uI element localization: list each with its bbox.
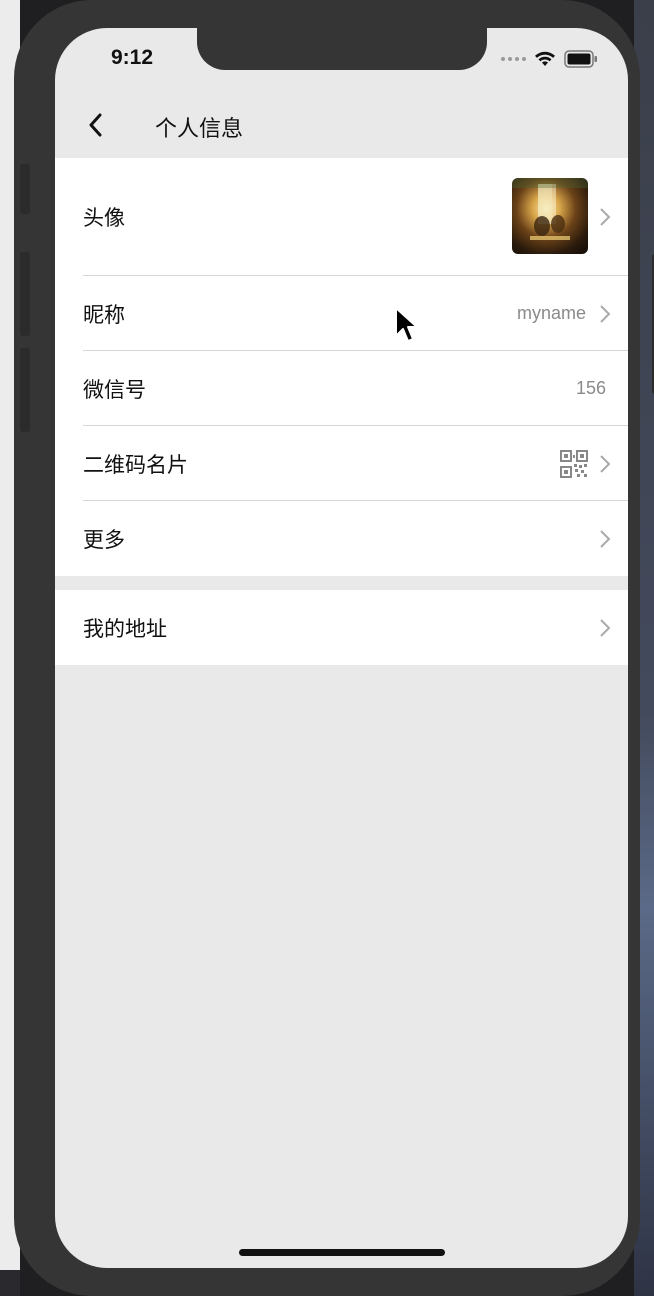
battery-icon xyxy=(564,50,597,68)
qr-code-icon xyxy=(560,449,588,478)
avatar-row[interactable]: 头像 xyxy=(55,158,628,276)
qr-card-row[interactable]: 二维码名片 xyxy=(55,426,628,501)
wechat-id-value: 156 xyxy=(575,378,606,398)
qr-card-label: 二维码名片 xyxy=(83,452,188,477)
volume-up-button xyxy=(20,252,30,336)
avatar-thumbnail xyxy=(512,178,588,254)
nickname-label: 昵称 xyxy=(83,302,125,327)
back-button[interactable] xyxy=(81,110,111,140)
chevron-right-icon xyxy=(600,208,611,226)
nickname-value: myname xyxy=(516,303,586,323)
status-time: 9:12 xyxy=(111,46,154,69)
profile-settings-group: 头像 昵称 myname 微信号 156 二维码名片 更多 xyxy=(55,158,628,576)
chevron-right-icon xyxy=(600,304,611,323)
mute-switch xyxy=(20,164,30,214)
status-icons xyxy=(501,50,598,68)
wifi-icon xyxy=(535,51,555,66)
phone-frame: 9:12 个人信息 头像 昵称 myname 微信号 156 二维码名片 更多 … xyxy=(14,0,654,1296)
mouse-cursor-icon xyxy=(395,307,418,342)
more-row[interactable]: 更多 xyxy=(55,501,628,576)
wechat-id-row: 微信号 156 xyxy=(55,351,628,426)
desktop-dock-edge xyxy=(0,1270,20,1296)
signal-icon xyxy=(501,57,526,61)
address-label: 我的地址 xyxy=(83,616,167,641)
avatar-label: 头像 xyxy=(83,206,125,230)
wechat-id-label: 微信号 xyxy=(83,377,146,402)
chevron-right-icon xyxy=(600,454,611,473)
chevron-right-icon xyxy=(600,618,611,637)
address-row[interactable]: 我的地址 xyxy=(55,590,628,665)
page-title: 个人信息 xyxy=(155,117,244,142)
more-label: 更多 xyxy=(83,527,125,552)
chevron-left-icon xyxy=(89,113,102,137)
phone-screen: 9:12 个人信息 头像 昵称 myname 微信号 156 二维码名片 更多 … xyxy=(55,28,628,1268)
nickname-row[interactable]: 昵称 myname xyxy=(55,276,628,351)
chevron-right-icon xyxy=(600,529,611,548)
home-indicator[interactable] xyxy=(239,1249,445,1256)
navigation-bar: 个人信息 xyxy=(55,98,628,156)
volume-down-button xyxy=(20,348,30,432)
notch xyxy=(197,28,487,70)
address-settings-group: 我的地址 xyxy=(55,590,628,665)
